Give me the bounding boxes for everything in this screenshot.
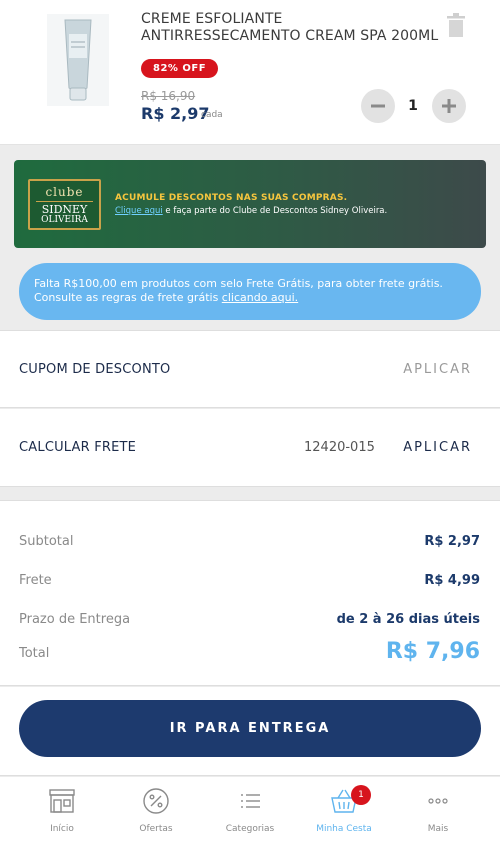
- free-shipping-rules-link[interactable]: clicando aqui.: [222, 291, 298, 304]
- list-icon: [241, 794, 260, 808]
- percent-badge-icon: [143, 788, 169, 814]
- subtotal-label: Subtotal: [19, 534, 74, 549]
- delivery-time-value: de 2 à 26 dias úteis: [336, 612, 480, 627]
- product-name[interactable]: CREME ESFOLIANTE ANTIRRESSECAMENTO CREAM…: [141, 11, 441, 45]
- cart-count-badge: 1: [351, 785, 371, 805]
- club-logo-divider: [36, 201, 93, 202]
- nav-item-home[interactable]: Início: [12, 777, 112, 842]
- delivery-time-label: Prazo de Entrega: [19, 612, 131, 627]
- apply-shipping-button[interactable]: APLICAR: [403, 440, 472, 455]
- nav-label-basket: Minha Cesta: [316, 824, 372, 834]
- nav-label-categories: Categorias: [225, 824, 275, 834]
- order-summary: Subtotal R$ 2,97 Frete R$ 4,99 Prazo de …: [0, 500, 500, 686]
- more-dots-icon: [428, 798, 448, 804]
- nav-item-categories[interactable]: Categorias: [200, 777, 300, 842]
- shipping-row: CALCULAR FRETE 12420-015 APLICAR: [0, 409, 500, 487]
- old-price: R$ 16,90: [141, 89, 196, 103]
- quantity-value: 1: [408, 98, 418, 114]
- current-price: R$ 2,97: [141, 104, 210, 123]
- nav-item-more[interactable]: Mais: [388, 777, 488, 842]
- shipping-label: CALCULAR FRETE: [19, 440, 137, 455]
- free-shipping-line1: Falta R$100,00 em produtos com selo Fret…: [34, 277, 443, 290]
- total-label: Total: [19, 646, 50, 661]
- club-text-body: e faça parte do Clube de Descontos Sidne…: [162, 206, 388, 216]
- increase-quantity-button[interactable]: [432, 89, 466, 123]
- trash-icon[interactable]: [444, 12, 468, 38]
- coupon-row: CUPOM DE DESCONTO APLICAR: [0, 330, 500, 408]
- plus-icon: [442, 99, 456, 113]
- store-icon: [49, 789, 75, 813]
- discount-badge: 82% OFF: [141, 59, 219, 78]
- free-shipping-line2-text: Consulte as regras de frete grátis: [34, 291, 222, 304]
- nav-label-home: Início: [50, 824, 74, 834]
- zip-code-input[interactable]: 12420-015: [304, 440, 375, 455]
- club-logo: clube SIDNEY OLIVEIRA: [28, 179, 101, 230]
- free-shipping-line2: Consulte as regras de frete grátis clica…: [34, 291, 467, 305]
- nav-item-basket[interactable]: 1 Minha Cesta: [294, 777, 394, 842]
- club-logo-top-text: clube: [45, 185, 84, 199]
- coupon-label[interactable]: CUPOM DE DESCONTO: [19, 362, 170, 377]
- club-logo-bottom-text: OLIVEIRA: [41, 215, 88, 225]
- free-shipping-notice: Falta R$100,00 em produtos com selo Fret…: [19, 263, 481, 320]
- decrease-quantity-button[interactable]: [361, 89, 395, 123]
- club-banner[interactable]: clube SIDNEY OLIVEIRA ACUMULE DESCONTOS …: [14, 160, 486, 248]
- total-value: R$ 7,96: [385, 639, 480, 664]
- nav-label-offers: Ofertas: [139, 824, 173, 834]
- club-text: Clique aqui e faça parte do Clube de Des…: [115, 206, 387, 216]
- shipping-cost-value: R$ 4,99: [424, 573, 480, 588]
- cart-item: CREME ESFOLIANTE ANTIRRESSECAMENTO CREAM…: [0, 0, 500, 145]
- club-title: ACUMULE DESCONTOS NAS SUAS COMPRAS.: [115, 193, 348, 203]
- checkout-area: IR PARA ENTREGA: [0, 687, 500, 776]
- nav-label-more: Mais: [427, 824, 449, 834]
- subtotal-value: R$ 2,97: [424, 534, 480, 549]
- minus-icon: [371, 104, 385, 108]
- shipping-cost-label: Frete: [19, 573, 52, 588]
- club-link[interactable]: Clique aqui: [115, 206, 163, 216]
- go-to-delivery-button[interactable]: IR PARA ENTREGA: [19, 700, 481, 757]
- apply-coupon-button[interactable]: APLICAR: [403, 362, 472, 377]
- nav-item-offers[interactable]: Ofertas: [106, 777, 206, 842]
- bottom-nav: Início Ofertas Categorias 1 Minha Cesta: [0, 777, 500, 842]
- price-unit: cada: [201, 110, 223, 120]
- product-image[interactable]: [47, 14, 109, 106]
